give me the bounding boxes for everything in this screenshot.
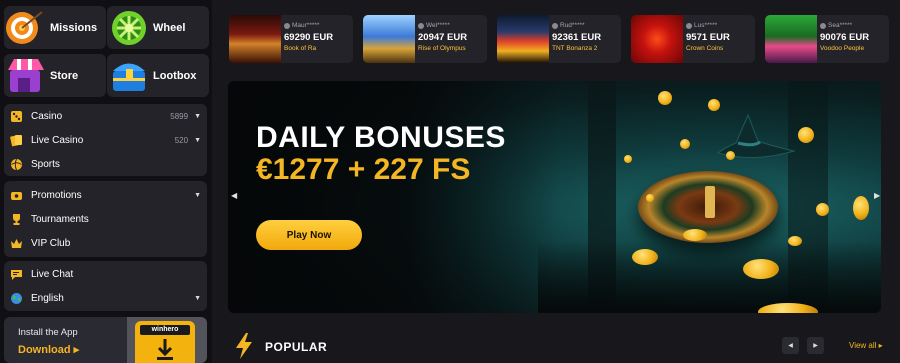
lootbox-label: Lootbox xyxy=(153,69,197,82)
sidebar-item-tournaments[interactable]: Tournaments xyxy=(4,207,207,231)
support-menu: Live Chat English ▼ xyxy=(4,261,207,311)
hero-subtitle: €1277 + 227 FS xyxy=(256,153,471,186)
game-thumbnail xyxy=(497,15,549,63)
winner-game-link[interactable]: Book of Ra xyxy=(284,45,316,52)
brand-logo: winhero xyxy=(140,325,190,335)
missions-label: Missions xyxy=(50,21,98,34)
winner-amount: 9571 EUR xyxy=(686,32,730,43)
winner-user: Sea***** xyxy=(820,22,852,29)
sidebar-item-live-chat[interactable]: Live Chat xyxy=(4,262,207,286)
sidebar-item-vip-club[interactable]: VIP Club xyxy=(4,231,207,255)
user-icon xyxy=(686,22,692,29)
game-thumbnail xyxy=(765,15,817,63)
dice-icon xyxy=(10,110,23,123)
sidebar-item-label: VIP Club xyxy=(31,237,71,249)
install-app-banner[interactable]: Install the App Download ▸ winhero xyxy=(4,317,207,363)
view-all-link[interactable]: View all ▸ xyxy=(849,341,883,350)
store-icon xyxy=(4,54,50,97)
chevron-down-icon[interactable]: ▼ xyxy=(194,192,201,199)
app-root: Missions Wheel Store Lootbox Casino 5899… xyxy=(0,0,900,363)
chevron-down-icon[interactable]: ▼ xyxy=(194,113,201,120)
next-popular-button[interactable]: ▶ xyxy=(807,337,824,354)
sidebar: Missions Wheel Store Lootbox Casino 5899… xyxy=(0,0,212,363)
user-icon xyxy=(820,22,826,29)
casino-count: 5899 xyxy=(170,111,189,121)
chevron-down-icon[interactable]: ▼ xyxy=(194,137,201,144)
winner-card[interactable]: Wel***** 20947 EUR Rise of Olympus xyxy=(363,15,487,63)
crown-icon xyxy=(10,237,23,250)
game-thumbnail xyxy=(229,15,281,63)
winner-amount: 90076 EUR xyxy=(820,32,870,43)
sidebar-item-label: Casino xyxy=(31,110,63,122)
roulette-spindle xyxy=(705,186,715,218)
game-thumbnail xyxy=(631,15,683,63)
user-icon xyxy=(552,22,558,29)
chevron-down-icon[interactable]: ▼ xyxy=(194,295,201,302)
sidebar-item-label: Tournaments xyxy=(31,213,89,225)
sidebar-item-label: Live Casino xyxy=(31,134,84,146)
download-link[interactable]: Download ▸ xyxy=(18,343,79,356)
promo-icon xyxy=(10,189,23,202)
sidebar-item-label: Live Chat xyxy=(31,268,74,280)
language-select[interactable]: English ▼ xyxy=(4,286,207,310)
lightning-icon xyxy=(236,333,252,359)
store-label: Store xyxy=(50,69,79,82)
winner-game-link[interactable]: Voodoo People xyxy=(820,45,864,52)
sidebar-item-label: Promotions xyxy=(31,189,82,201)
winner-game-link[interactable]: TNT Bonanza 2 xyxy=(552,45,597,52)
live-casino-count: 520 xyxy=(174,135,189,145)
winner-card[interactable]: Maur***** 69290 EUR Book of Ra xyxy=(229,15,353,63)
winner-card[interactable]: Lus***** 9571 EUR Crown Coins xyxy=(631,15,755,63)
missions-tile[interactable]: Missions xyxy=(4,6,106,49)
globe-icon xyxy=(10,292,23,305)
section-title-popular: POPULAR xyxy=(265,340,328,354)
winner-user: Maur***** xyxy=(284,22,319,29)
sidebar-item-promotions[interactable]: Promotions ▼ xyxy=(4,183,207,207)
hero-title: DAILY BONUSES xyxy=(256,121,506,154)
wheel-tile[interactable]: Wheel xyxy=(107,6,209,49)
promos-menu: Promotions ▼ Tournaments VIP Club xyxy=(4,181,207,257)
hero-banner[interactable]: DAILY BONUSES €1277 + 227 FS Play Now ◀ … xyxy=(228,81,881,313)
wheel-icon xyxy=(107,6,153,49)
install-title: Install the App xyxy=(18,327,78,338)
winner-user: Lus***** xyxy=(686,22,717,29)
winner-amount: 69290 EUR xyxy=(284,32,334,43)
sidebar-item-live-casino[interactable]: Live Casino 520 ▼ xyxy=(4,128,207,152)
sidebar-item-casino[interactable]: Casino 5899 ▼ xyxy=(4,104,207,128)
trophy-icon xyxy=(10,213,23,226)
sidebar-item-sports[interactable]: Sports xyxy=(4,152,207,176)
chat-icon xyxy=(10,268,23,281)
user-icon xyxy=(284,22,290,29)
winner-user: Rud***** xyxy=(552,22,585,29)
game-thumbnail xyxy=(363,15,415,63)
prev-popular-button[interactable]: ◀ xyxy=(782,337,799,354)
sidebar-item-label: Sports xyxy=(31,158,60,170)
lootbox-tile[interactable]: Lootbox xyxy=(107,54,209,97)
user-icon xyxy=(418,22,424,29)
target-icon xyxy=(4,6,50,49)
store-tile[interactable]: Store xyxy=(4,54,106,97)
cards-icon xyxy=(10,134,23,147)
winner-amount: 92361 EUR xyxy=(552,32,602,43)
next-slide-icon[interactable]: ▶ xyxy=(874,191,880,200)
language-label: English xyxy=(31,292,64,304)
games-menu: Casino 5899 ▼ Live Casino 520 ▼ Sports xyxy=(4,104,207,176)
winner-amount: 20947 EUR xyxy=(418,32,468,43)
phone-icon: winhero xyxy=(135,321,195,363)
play-now-button[interactable]: Play Now xyxy=(256,220,362,250)
wheel-label: Wheel xyxy=(153,21,186,34)
ball-icon xyxy=(10,158,23,171)
winner-game-link[interactable]: Crown Coins xyxy=(686,45,723,52)
witch-hat-icon xyxy=(716,113,796,159)
winner-user: Wel***** xyxy=(418,22,450,29)
winner-game-link[interactable]: Rise of Olympus xyxy=(418,45,466,52)
winner-card[interactable]: Rud***** 92361 EUR TNT Bonanza 2 xyxy=(497,15,621,63)
prev-slide-icon[interactable]: ◀ xyxy=(231,191,237,200)
chest-icon xyxy=(107,54,153,97)
winner-card[interactable]: Sea***** 90076 EUR Voodoo People xyxy=(765,15,889,63)
